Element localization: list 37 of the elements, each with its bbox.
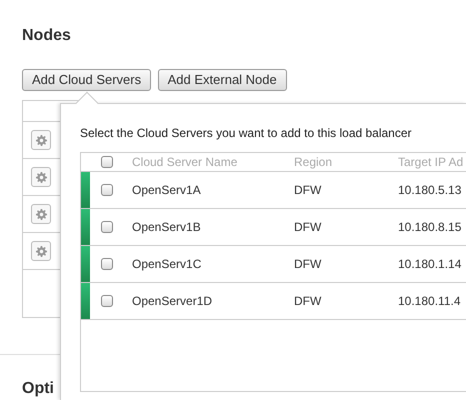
toolbar-button[interactable]: Add Cloud Servers [22,69,152,91]
table-cell-text: DFW [294,182,322,199]
table-cell-text: 10.180.8.15 [398,219,462,236]
section-heading: Nodes [22,27,72,45]
settings-button[interactable] [31,130,51,150]
toolbar-button[interactable]: Add External Node [158,69,287,91]
column-header: Region [294,154,334,171]
gear-icon [36,208,46,220]
checkbox[interactable] [101,184,113,196]
table-cell-text: OpenServ1A [132,182,202,199]
settings-button[interactable] [31,204,51,224]
table-cell-text: DFW [294,219,322,236]
gear-icon [36,246,46,256]
status-bar [81,172,90,208]
table-cell-text: 10.180.11.4 [398,293,461,310]
table-cell-text: DFW [294,256,322,273]
settings-button[interactable] [31,241,51,261]
table-cell-text: OpenServ1C [132,256,202,273]
table-cell-text: 10.180.5.13 [398,182,462,199]
section-heading: Opti [22,380,54,398]
status-bar [81,246,90,282]
column-header: Target IP Ad [398,154,464,171]
checkbox[interactable] [101,258,113,270]
checkbox[interactable] [101,221,113,233]
settings-button[interactable] [31,167,51,187]
table-cell-text: 10.180.1.14 [398,256,462,273]
table-cell-text: DFW [294,293,322,310]
checkbox[interactable] [101,295,113,307]
status-bar [81,283,90,319]
gear-icon [36,134,46,146]
gear-icon [36,172,46,182]
column-header: Cloud Server Name [132,154,238,171]
table-cell-text: OpenServer1D [132,293,214,310]
checkbox[interactable] [101,156,113,168]
status-bar [81,209,90,245]
table-cell-text: OpenServ1B [132,219,202,236]
prompt-text: Select the Cloud Servers you want to add to this load balancer [80,125,413,142]
